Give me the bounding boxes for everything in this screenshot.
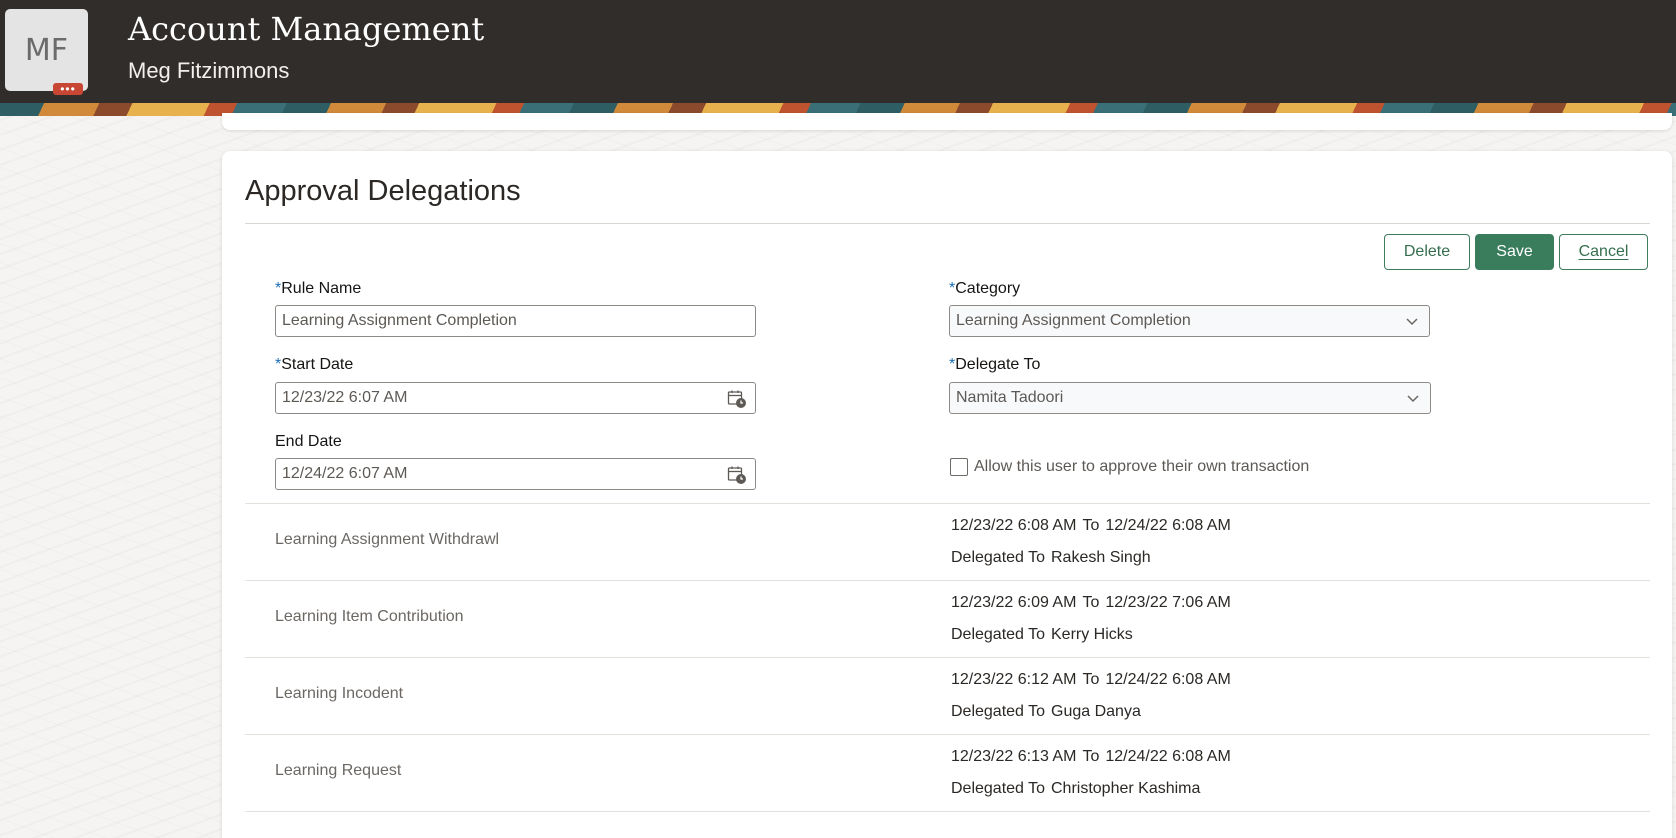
chevron-down-icon[interactable] [1405,316,1419,326]
rule-delegate: Delegated To Kerry Hicks [951,626,1133,643]
more-icon: ••• [60,82,76,96]
rule-delegate: Delegated To Guga Danya [951,703,1141,720]
end-date-input[interactable]: 12/24/22 6:07 AM [275,458,756,490]
rule-name-label: *Rule Name [275,280,362,297]
title-divider [245,223,1650,224]
delete-button[interactable]: Delete [1384,234,1470,270]
rule-date-range: 12/23/22 6:09 AM To 12/23/22 7:06 AM [951,594,1231,611]
approval-delegations-card: Approval Delegations Delete Save Cancel … [222,151,1672,838]
rule-date-range: 12/23/22 6:08 AM To 12/24/22 6:08 AM [951,517,1231,534]
row-divider [245,580,1650,581]
rule-name: Learning Item Contribution [275,608,464,625]
self-approve-checkbox[interactable] [950,458,968,476]
category-label: *Category [949,280,1021,297]
delegate-to-select[interactable]: Namita Tadoori [949,382,1431,414]
avatar[interactable]: MF [5,9,88,91]
calendar-icon[interactable] [727,389,747,409]
rule-name-input[interactable]: Learning Assignment Completion [275,305,756,337]
calendar-icon[interactable] [727,465,747,485]
rule-delegate: Delegated To Rakesh Singh [951,549,1151,566]
user-name: Meg Fitzimmons [128,58,290,83]
rule-date-range: 12/23/22 6:12 AM To 12/24/22 6:08 AM [951,671,1231,688]
rule-date-range: 12/23/22 6:13 AM To 12/24/22 6:08 AM [951,748,1231,765]
start-date-label: *Start Date [275,356,354,373]
category-select[interactable]: Learning Assignment Completion [949,305,1430,337]
row-divider [245,734,1650,735]
row-divider [245,657,1650,658]
rule-name: Learning Assignment Withdrawl [275,531,500,548]
cancel-button[interactable]: Cancel [1559,234,1648,270]
collapsed-card [222,113,1672,130]
start-date-input[interactable]: 12/23/22 6:07 AM [275,382,756,414]
chevron-down-icon[interactable] [1406,393,1420,403]
app-header: MF ••• Account Management Meg Fitzimmons [0,0,1676,103]
page-title: Approval Delegations [245,175,521,207]
rule-name: Learning Incodent [275,685,404,702]
self-approve-label[interactable]: Allow this user to approve their own tra… [974,458,1309,476]
avatar-initials: MF [24,32,69,68]
end-date-label: End Date [275,433,342,450]
save-button[interactable]: Save [1475,234,1554,270]
rule-delegate: Delegated To Christopher Kashima [951,780,1201,797]
row-divider [245,503,1650,504]
avatar-menu-badge[interactable]: ••• [53,83,83,95]
rule-name: Learning Request [275,762,402,779]
row-divider [245,811,1650,812]
delegate-to-label: *Delegate To [949,356,1041,373]
app-title: Account Management [128,10,485,48]
